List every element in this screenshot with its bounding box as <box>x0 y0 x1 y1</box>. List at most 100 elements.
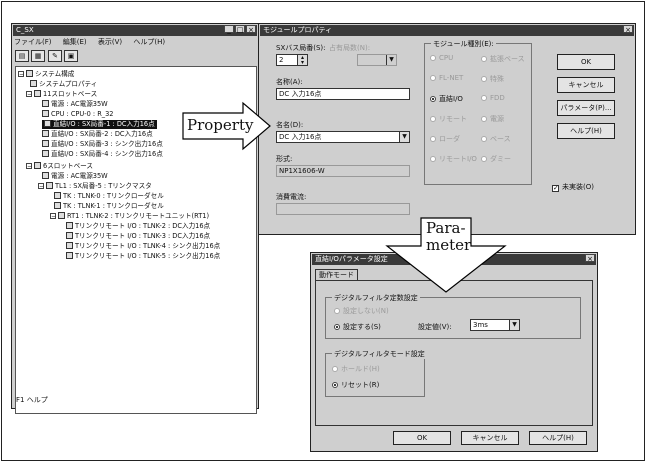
module-icon <box>66 242 73 249</box>
parameter-callout-label-2: meter <box>426 236 472 254</box>
digital-filter-constant-group: デジタルフィルタ定数設定 設定しない(N) 設定する(S) 設定値(V): 3m… <box>325 293 581 339</box>
module-type-special-radio[interactable]: 特殊 <box>481 74 504 84</box>
parameter-button[interactable]: パラメータ(P)... <box>557 100 615 116</box>
module-type-power-radio[interactable]: 電源 <box>481 114 504 124</box>
tree-item[interactable]: システムプロパティ <box>30 80 97 89</box>
tree-item[interactable]: 直結I/O : SX局番-2 : DC入力16点 <box>42 130 153 139</box>
close-button[interactable]: × <box>585 254 595 263</box>
setting-value-label: 設定値(V): <box>418 323 452 331</box>
menu-help[interactable]: ヘルプ(H) <box>133 38 165 46</box>
sx-station-spinner[interactable]: 2 ▴ ▾ <box>276 54 308 66</box>
status-text: F1 ヘルプ <box>16 396 48 404</box>
tree-item[interactable]: Tリンクリモート I/O : TLNK-5 : シンク出力16点 <box>66 252 220 261</box>
module-icon <box>66 222 73 229</box>
close-button[interactable]: × <box>623 25 633 34</box>
collapse-icon[interactable]: − <box>38 183 44 190</box>
occupied-count-label: 占有局数(N): <box>329 44 371 52</box>
menu-edit[interactable]: 編集(E) <box>63 38 87 46</box>
minimize-button[interactable]: _ <box>224 25 234 34</box>
tree-item[interactable]: 電源 : AC電源35W <box>42 100 108 109</box>
tree-item[interactable]: 直結I/O : SX局番-3 : シンク出力16点 <box>42 140 163 149</box>
sx-station-label: SXバス局番(S): <box>276 44 326 52</box>
ok-button[interactable]: OK <box>393 431 451 445</box>
toolbar-new-icon[interactable]: ▤ <box>15 50 29 62</box>
chevron-down-icon[interactable]: ▼ <box>509 320 519 330</box>
property-callout-label: Property <box>187 116 254 134</box>
name-field[interactable]: DC 入力16点 <box>276 88 410 100</box>
tree-item[interactable]: Tリンクリモート I/O : TLNK-4 : シンク出力16点 <box>66 242 220 251</box>
project-tree-window: C_SX _ □ × ファイル(F) 編集(E) 表示(V) ヘルプ(H) ▤ … <box>11 23 259 414</box>
spin-arrows-icon[interactable]: ▴ ▾ <box>297 55 307 65</box>
close-button[interactable]: × <box>246 25 256 34</box>
tree-item[interactable]: Tリンクリモート I/O : TLNK-3 : DC入力16点 <box>66 232 210 241</box>
setting-value-select[interactable]: 3ms ▼ <box>470 319 520 331</box>
module-icon <box>42 100 49 107</box>
power-field <box>276 203 410 215</box>
tree-item[interactable]: Tリンクリモート I/O : TLNK-2 : DC入力16点 <box>66 222 210 231</box>
cancel-button[interactable]: キャンセル <box>461 431 519 445</box>
tree-item[interactable]: − RT1 : TLNK-2 : Tリンクリモートユニット(RT1) <box>50 212 209 221</box>
module-icon <box>54 202 61 209</box>
tree-item-selected[interactable]: 直結I/O : SX局番-1 : DC入力16点 <box>42 120 157 129</box>
setting-value: 3ms <box>473 321 488 329</box>
alias-select[interactable]: DC 入力16点 ▼ <box>276 131 410 143</box>
collapse-icon[interactable]: − <box>26 91 32 98</box>
menu-file[interactable]: ファイル(F) <box>14 38 52 46</box>
filter-group-title: デジタルフィルタ定数設定 <box>332 293 420 303</box>
module-icon <box>42 140 49 147</box>
no-setting-radio[interactable]: 設定しない(N) <box>334 306 389 316</box>
module-type-direct-io-radio[interactable]: 直結I/O <box>430 94 463 104</box>
module-icon <box>42 130 49 137</box>
module-type-base-radio[interactable]: ベース <box>481 134 511 144</box>
tree-item[interactable]: − システム構成 <box>18 70 74 79</box>
chevron-down-icon[interactable]: ▼ <box>399 132 409 142</box>
tree-item[interactable]: −6スロットベース <box>26 162 93 171</box>
module-type-cpu-radio[interactable]: CPU <box>430 54 453 62</box>
tree-item[interactable]: 電源 : AC電源35W <box>42 172 108 181</box>
toolbar-open-icon[interactable]: ▦ <box>31 50 45 62</box>
module-icon <box>66 232 73 239</box>
module-type-loader-radio[interactable]: ローダ <box>430 134 460 144</box>
module-type-group: モジュール種別(E): CPU 拡張ベース FL-NET 特殊 直結I/O FD… <box>424 39 532 185</box>
tree-window-title: C_SX <box>16 26 34 34</box>
module-type-fdd-radio[interactable]: FDD <box>481 94 505 102</box>
toolbar-edit-icon[interactable]: ✎ <box>48 50 62 62</box>
module-type-remote-radio[interactable]: リモート <box>430 114 467 124</box>
property-dialog-titlebar: モジュールプロパティ <box>260 25 634 36</box>
help-button[interactable]: ヘルプ(H) <box>529 431 587 445</box>
collapse-icon[interactable]: − <box>50 213 56 220</box>
reset-radio[interactable]: リセット(R) <box>332 380 379 390</box>
system-icon <box>26 70 33 77</box>
module-type-flnet-radio[interactable]: FL-NET <box>430 74 463 82</box>
not-mounted-checkbox[interactable]: ✓ 未実装(O) <box>552 182 594 192</box>
module-icon <box>42 110 49 117</box>
module-icon <box>66 252 73 259</box>
tree-item[interactable]: 直結I/O : SX局番-4 : シンク出力16点 <box>42 150 163 159</box>
maximize-button[interactable]: □ <box>235 25 245 34</box>
tree-item[interactable]: CPU : CPU-0 : R_32 <box>42 110 113 119</box>
ok-button[interactable]: OK <box>557 54 615 70</box>
set-radio[interactable]: 設定する(S) <box>334 322 381 332</box>
collapse-icon[interactable]: − <box>26 163 32 170</box>
cancel-button[interactable]: キャンセル <box>557 77 615 93</box>
model-field: NP1X1606-W <box>276 165 410 177</box>
collapse-icon[interactable]: − <box>18 71 24 78</box>
tree-item[interactable]: TK : TLNK-1 : Tリンクローダセル <box>54 202 164 211</box>
alias-label: 名名(D): <box>276 121 304 129</box>
module-type-dummy-radio[interactable]: ダミー <box>481 154 511 164</box>
menu-view[interactable]: 表示(V) <box>98 38 122 46</box>
tree-item[interactable]: − TL1 : SX局番-5 : Tリンクマスタ <box>38 182 152 191</box>
module-icon <box>44 120 51 127</box>
tree-item[interactable]: TK : TLNK-0 : Tリンクローダセル <box>54 192 164 201</box>
tree-item[interactable]: −11スロットベース <box>26 90 97 99</box>
module-icon <box>58 212 65 219</box>
hold-radio[interactable]: ホールド(H) <box>332 364 380 374</box>
help-button[interactable]: ヘルプ(H) <box>557 123 615 139</box>
module-type-ext-base-radio[interactable]: 拡張ベース <box>481 54 525 64</box>
module-type-remote-io-radio[interactable]: リモートI/O <box>430 154 477 164</box>
chevron-down-icon: ▼ <box>386 55 396 65</box>
module-icon <box>46 182 53 189</box>
toolbar-properties-icon[interactable]: ▣ <box>64 50 78 62</box>
parameter-dialog: 直結I/Oパラメータ設定 × 動作モード デジタルフィルタ定数設定 設定しない(… <box>310 252 598 452</box>
sx-station-value: 2 <box>279 56 284 64</box>
